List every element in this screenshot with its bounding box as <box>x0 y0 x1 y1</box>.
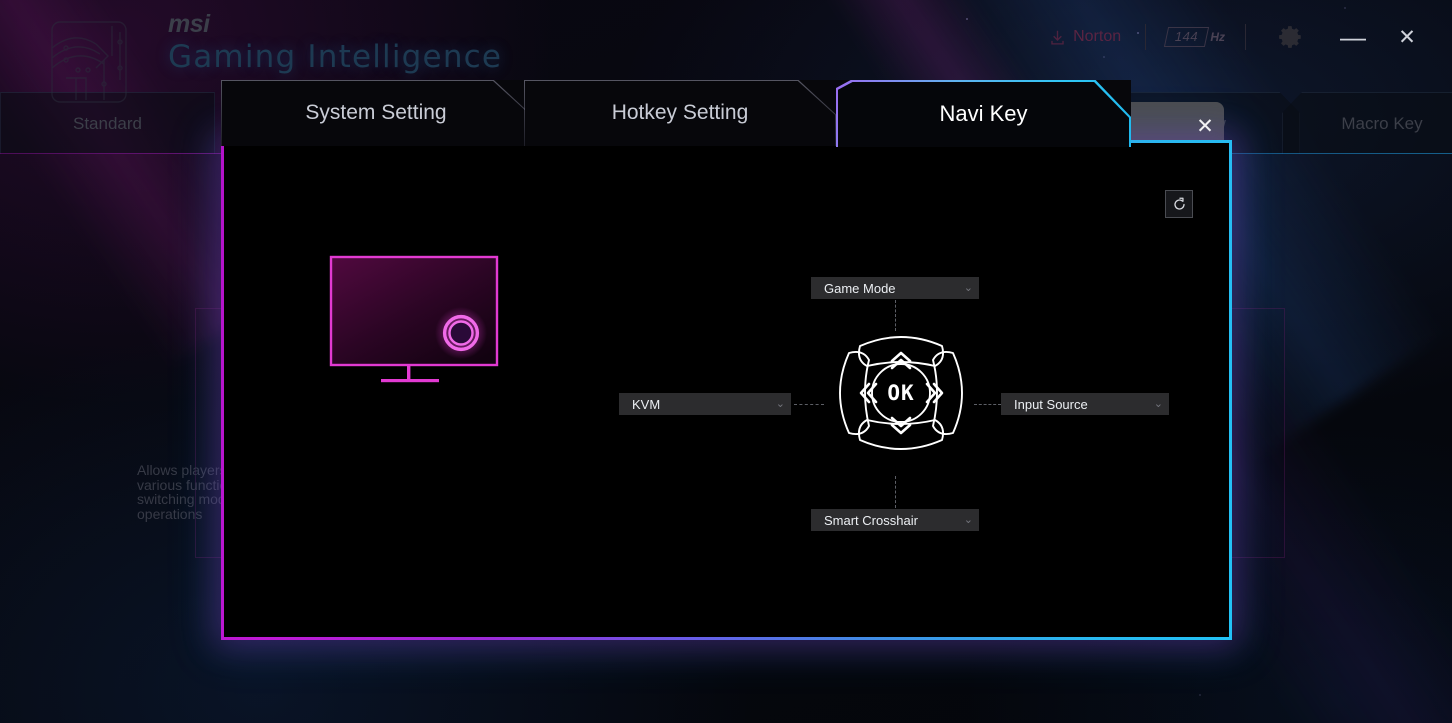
minimize-button[interactable]: — <box>1326 0 1380 74</box>
background-tab-macro-key[interactable]: Macro Key <box>1282 92 1452 154</box>
panel-close-button[interactable]: ✕ <box>1190 111 1220 141</box>
tab-hotkey-setting[interactable]: Hotkey Setting <box>524 80 836 146</box>
close-icon: ✕ <box>1196 114 1214 138</box>
close-icon: ✕ <box>1398 25 1416 49</box>
monitor-illustration <box>329 255 499 383</box>
title-bar: msi Gaming Intelligence Norton 144 Hz — … <box>0 0 1452 103</box>
navi-key-indicator-icon <box>435 307 487 359</box>
app-window: Standard ow Macro Key Allows players var… <box>0 0 1452 723</box>
navi-key-left-assignment-dropdown[interactable]: KVM ⌄ <box>619 393 791 415</box>
dropdown-value: KVM <box>632 396 661 412</box>
connector-line-right <box>974 404 1001 405</box>
chevron-down-icon: ⌄ <box>775 397 785 410</box>
background-tab-label: Standard <box>73 113 142 133</box>
connector-line-left <box>794 404 824 405</box>
gear-icon <box>1279 26 1301 48</box>
chevron-down-icon: ⌄ <box>1153 397 1163 410</box>
tab-label: System Setting <box>305 101 447 124</box>
dropdown-value: Game Mode <box>824 280 896 296</box>
settings-button[interactable] <box>1256 0 1326 74</box>
download-icon <box>1051 30 1064 45</box>
divider <box>1145 24 1147 50</box>
dropdown-value: Input Source <box>1014 396 1088 412</box>
product-title: Gaming Intelligence <box>168 39 503 75</box>
gaming-intelligence-logo-icon <box>51 21 127 103</box>
title-bar-controls: Norton 144 Hz — ✕ <box>1045 0 1434 74</box>
divider <box>1245 24 1246 50</box>
navi-key-control: OK <box>839 336 963 450</box>
brand-block: msi Gaming Intelligence <box>168 10 503 75</box>
navi-key-down-assignment-dropdown[interactable]: Smart Crosshair ⌄ <box>811 509 979 531</box>
msi-wordmark: msi <box>168 10 210 38</box>
reset-button[interactable] <box>1165 190 1193 218</box>
refresh-rate-unit: Hz <box>1210 30 1225 44</box>
minimize-icon: — <box>1340 22 1366 52</box>
tab-label: Hotkey Setting <box>611 101 749 124</box>
norton-label: Norton <box>1073 28 1122 45</box>
chevron-down-icon: ⌄ <box>963 281 973 294</box>
reset-icon <box>1173 197 1185 210</box>
refresh-rate-value: 144 <box>1163 27 1210 47</box>
chevron-down-icon: ⌄ <box>963 513 973 526</box>
dropdown-value: Smart Crosshair <box>824 512 918 528</box>
tab-label: Navi Key <box>939 100 1028 126</box>
navi-key-dialog-body: OK Game Mode ⌄ Smart Crosshair ⌄ KVM ⌄ I… <box>224 143 1229 637</box>
refresh-rate-badge: 144 Hz <box>1156 0 1235 74</box>
navi-key-ok-label: OK <box>887 381 914 405</box>
connector-line-down <box>895 476 896 508</box>
sparkle-dot <box>1199 694 1201 696</box>
navi-key-right-assignment-dropdown[interactable]: Input Source ⌄ <box>1001 393 1169 415</box>
close-window-button[interactable]: ✕ <box>1380 0 1434 74</box>
navi-key-dialog: OK Game Mode ⌄ Smart Crosshair ⌄ KVM ⌄ I… <box>221 140 1232 640</box>
navi-key-up-assignment-dropdown[interactable]: Game Mode ⌄ <box>811 277 979 299</box>
norton-link[interactable]: Norton <box>1045 0 1135 74</box>
background-tab-label: Macro Key <box>1341 113 1423 133</box>
connector-line-up <box>895 300 896 331</box>
tab-system-setting[interactable]: System Setting <box>221 80 531 146</box>
tab-navi-key[interactable]: Navi Key <box>836 80 1131 147</box>
